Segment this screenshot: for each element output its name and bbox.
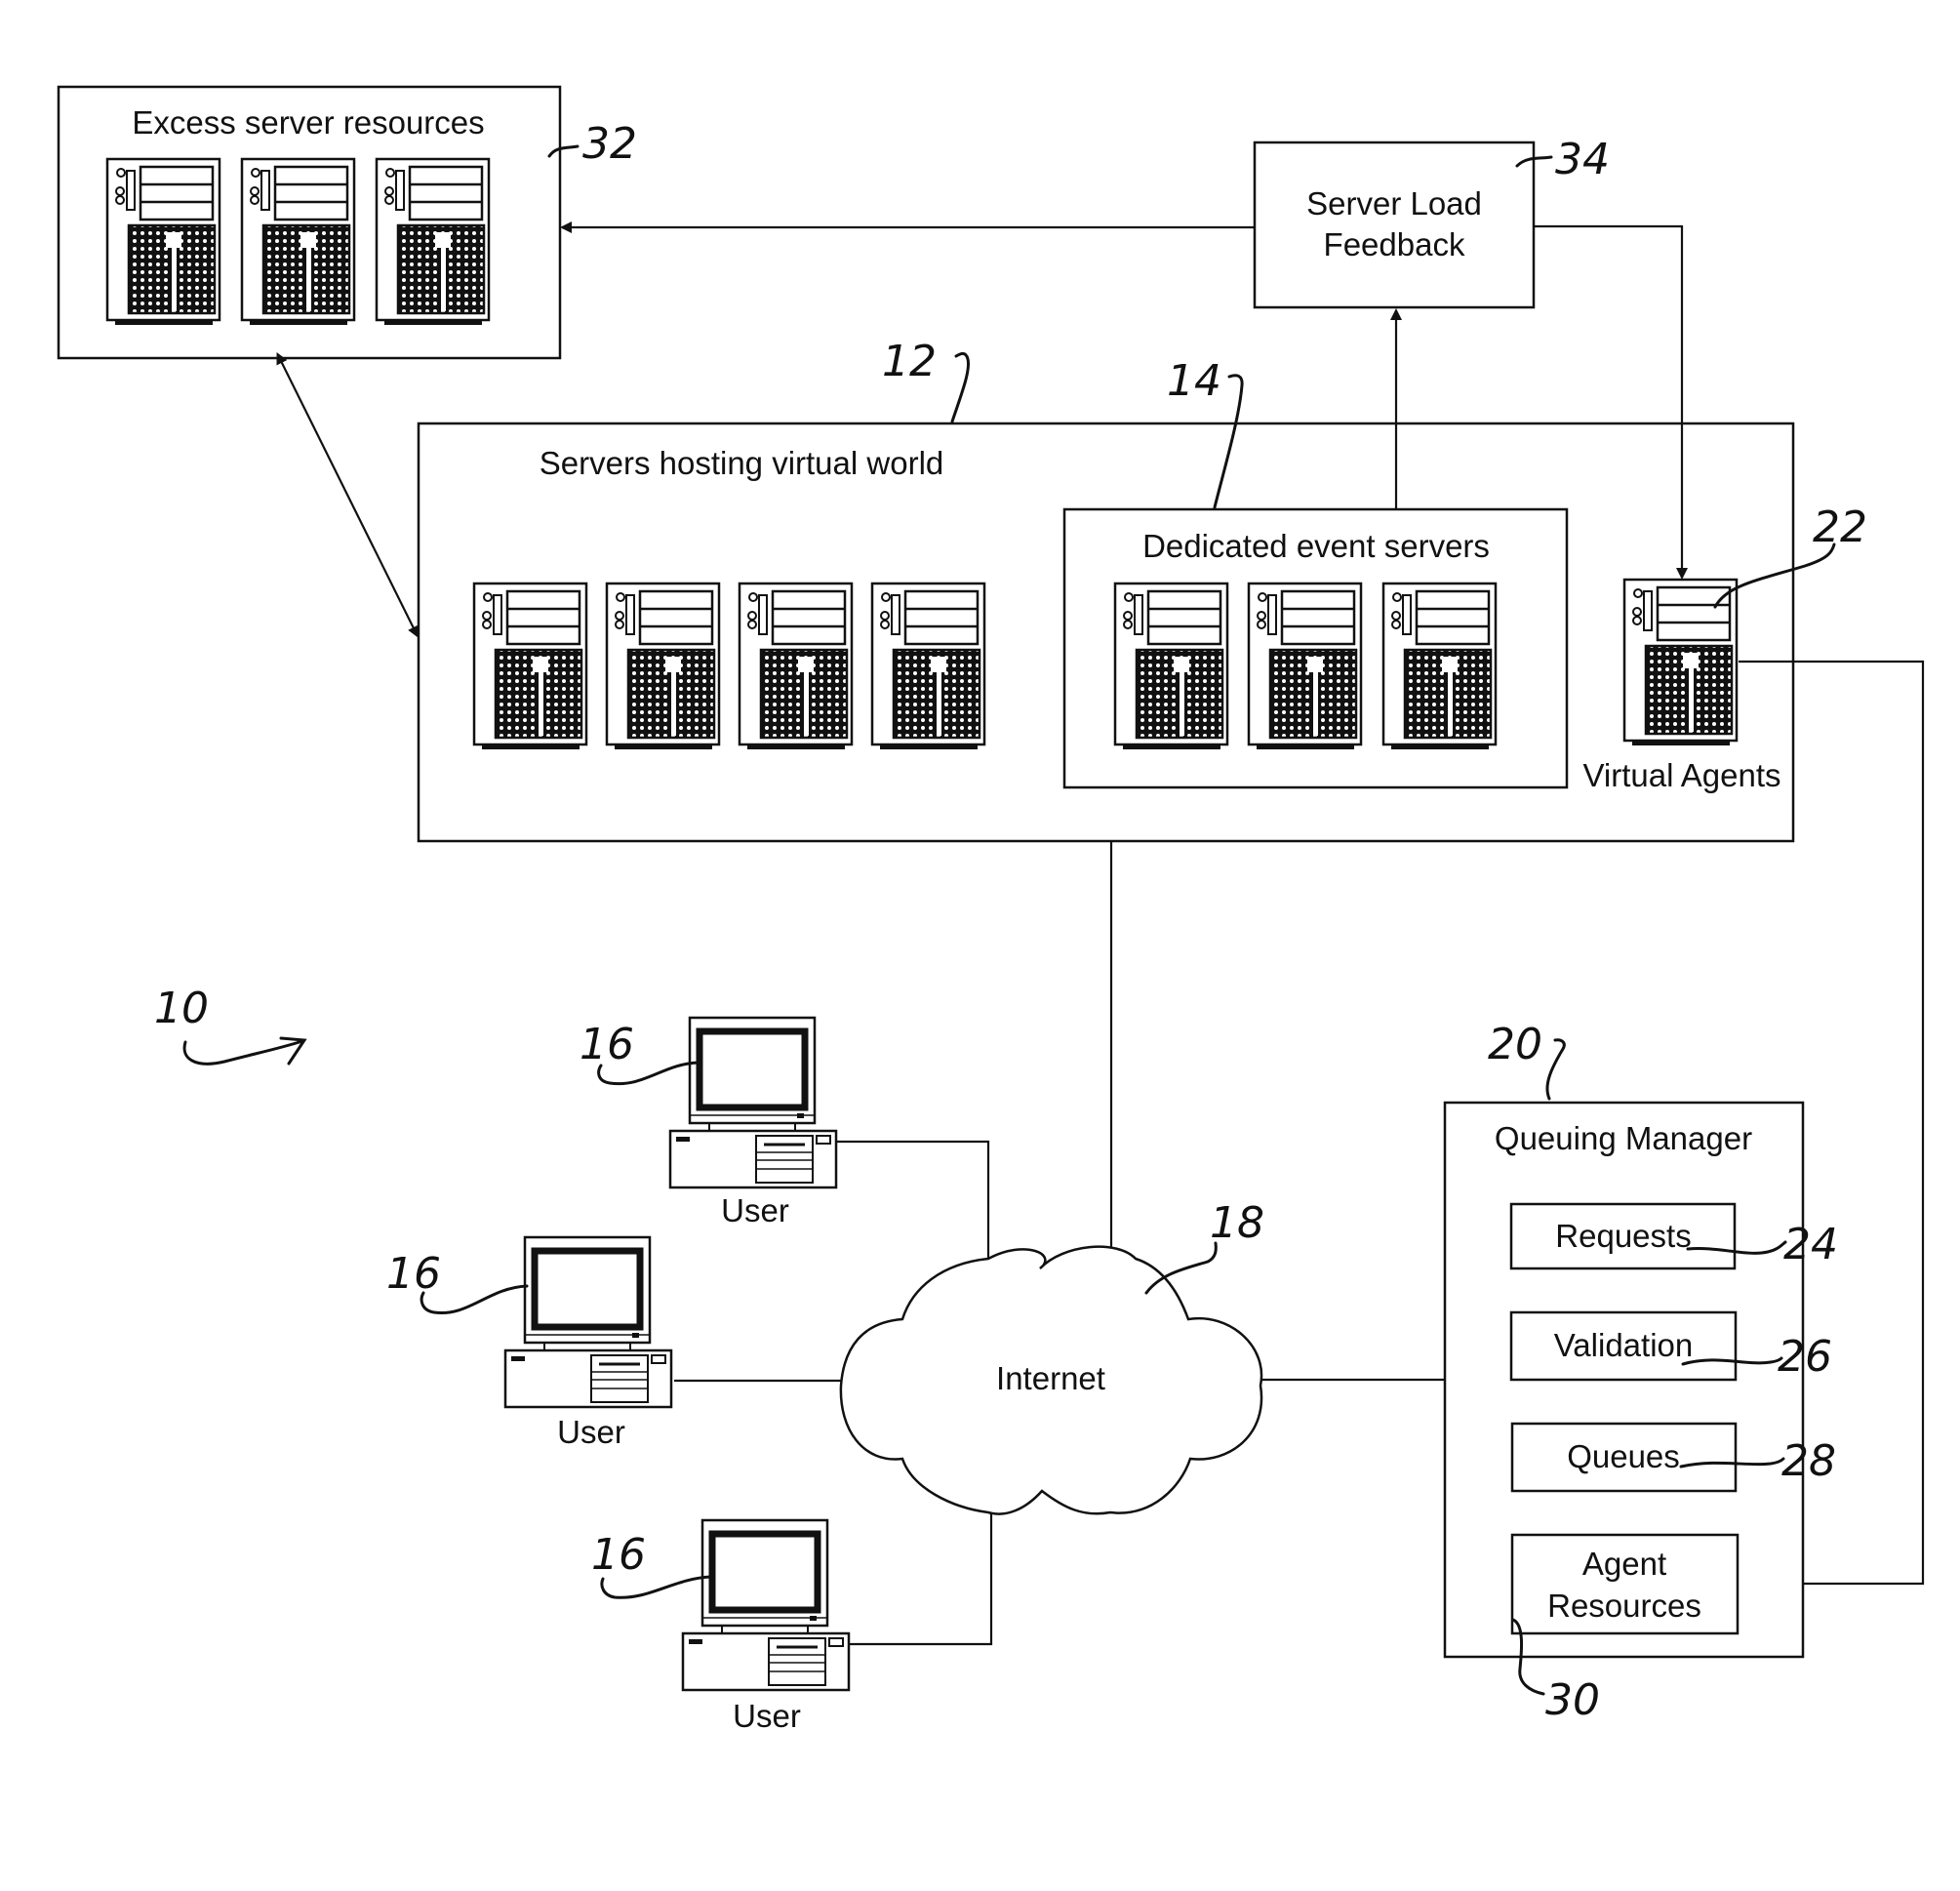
server-icon xyxy=(105,157,221,327)
server-icon xyxy=(1381,582,1498,751)
server-load-feedback-box: Server Load Feedback xyxy=(1253,141,1536,309)
link-internet-user-3 xyxy=(850,1512,993,1646)
internet-cloud: Internet xyxy=(839,1245,1263,1515)
virtual-agent-server-icon xyxy=(1622,578,1739,747)
excess-server-resources-title: Excess server resources xyxy=(132,104,484,141)
requests-label: Requests xyxy=(1555,1218,1691,1254)
user-label: User xyxy=(733,1698,801,1734)
excess-server-resources-box: Excess server resources xyxy=(57,85,562,360)
internet-label: Internet xyxy=(996,1360,1105,1396)
validation-label: Validation xyxy=(1554,1327,1694,1363)
ref-label-28: 28 xyxy=(1781,1436,1836,1486)
ref-label-12: 12 xyxy=(882,337,937,386)
server-icon xyxy=(1247,582,1363,751)
queues-label: Queues xyxy=(1567,1438,1680,1474)
ref-label-20: 20 xyxy=(1488,1020,1542,1069)
ref-label-34: 34 xyxy=(1555,135,1610,184)
user-label: User xyxy=(557,1414,625,1450)
ref-label-16: 16 xyxy=(591,1530,646,1580)
dedicated-event-servers-box: Dedicated event servers xyxy=(1062,507,1569,789)
ref-leader-16 xyxy=(600,1575,712,1599)
ref-leader-20 xyxy=(1545,1038,1566,1101)
ref-label-16: 16 xyxy=(386,1249,441,1299)
server-icon xyxy=(870,582,986,751)
server-icon xyxy=(605,582,721,751)
desktop-computer-icon xyxy=(670,1018,836,1187)
ref-label-18: 18 xyxy=(1210,1198,1264,1248)
ref-leader-12 xyxy=(950,351,971,423)
desktop-computer-icon xyxy=(505,1237,671,1407)
agent-resources-label-line1: Agent xyxy=(1582,1546,1666,1582)
user-computer-2: User xyxy=(505,1237,671,1450)
ref-label-14: 14 xyxy=(1167,356,1221,406)
system-ref-arrow xyxy=(182,1039,304,1066)
virtual-agents-label: Virtual Agents xyxy=(1582,757,1780,793)
dedicated-event-servers-title: Dedicated event servers xyxy=(1142,528,1490,564)
link-internet-user-1 xyxy=(837,1140,990,1259)
user-label: User xyxy=(721,1192,789,1228)
ref-label-32: 32 xyxy=(582,119,637,169)
server-icon xyxy=(738,582,854,751)
ref-label-30: 30 xyxy=(1545,1675,1600,1725)
queuing-manager-title: Queuing Manager xyxy=(1495,1120,1752,1156)
server-load-feedback-line1: Server Load xyxy=(1306,185,1482,221)
ref-label-22: 22 xyxy=(1813,503,1867,552)
ref-label-24: 24 xyxy=(1783,1220,1838,1269)
server-load-feedback-line2: Feedback xyxy=(1324,226,1465,262)
ref-label-10: 10 xyxy=(154,984,209,1033)
server-icon xyxy=(240,157,356,327)
server-icon xyxy=(1113,582,1229,751)
desktop-computer-icon xyxy=(683,1520,849,1690)
user-computer-3: User xyxy=(683,1520,849,1734)
queuing-manager-box: Queuing Manager Requests Validation Queu… xyxy=(1443,1101,1805,1659)
system-diagram: Excess server resources 32 Server Load F… xyxy=(57,85,1925,1734)
virtual-agents: Virtual Agents xyxy=(1582,578,1781,793)
user-computer-1: User xyxy=(670,1018,836,1228)
hosting-servers-title: Servers hosting virtual world xyxy=(540,445,944,481)
agent-resources-label-line2: Resources xyxy=(1547,1588,1701,1624)
ref-label-16: 16 xyxy=(580,1020,634,1069)
arrow-excess-hosting-bidirectional xyxy=(276,352,419,638)
ref-label-26: 26 xyxy=(1778,1332,1832,1382)
server-icon xyxy=(375,157,491,327)
server-icon xyxy=(472,582,588,751)
